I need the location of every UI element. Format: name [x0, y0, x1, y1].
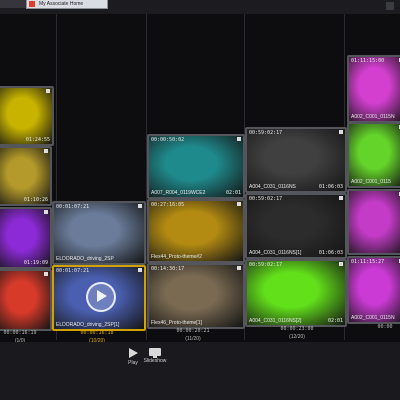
- play-icon: [128, 348, 138, 358]
- clip-thumbnail[interactable]: 01:11:15:00 A002_C001_0115N: [347, 55, 400, 123]
- clip-start-timecode: 00:59:02:17: [249, 196, 283, 202]
- clip-name: A004_C031_0116NS[2]: [249, 318, 302, 324]
- clip-flag-icon: [339, 130, 343, 134]
- browser-tab-previous[interactable]: [0, 0, 26, 8]
- column-timecode: 00:00:23:00: [280, 326, 314, 332]
- clip-duration: 01:06:03: [318, 250, 343, 256]
- clip-preview-image: [149, 136, 243, 197]
- clip-flag-icon: [138, 268, 142, 272]
- clip-thumbnail[interactable]: 01:11:15:27 A002_C001_0115N: [347, 256, 400, 324]
- clip-flag-icon: [237, 137, 241, 141]
- slideshow-button[interactable]: Slideshow: [141, 348, 169, 364]
- clip-start-timecode: 00:00:50:02: [151, 137, 185, 143]
- clip-duration: 01:24:55: [25, 137, 50, 143]
- clip-flag-icon: [44, 272, 48, 276]
- clip-duration: 01:10:26: [23, 197, 48, 203]
- clip-preview-image: [0, 148, 50, 204]
- column-timecode: 00:00:20:21: [176, 328, 210, 334]
- clip-duration: 02:01: [327, 318, 343, 324]
- clip-preview-image: [349, 124, 400, 186]
- clip-name: Flex46_Proto-theme[1]: [151, 320, 202, 326]
- clip-flag-icon: [138, 204, 142, 208]
- clip-thumbnail[interactable]: 00:59:02:17 A004_C031_0116NS 01:06:03: [245, 127, 347, 193]
- clip-name: A002_C001_0115N: [351, 114, 395, 120]
- playback-toolbar: Play Slideshow: [0, 342, 400, 400]
- clip-thumbnail[interactable]: 00:00:50:02 A007_R004_0119WCE2 02:01: [147, 134, 245, 199]
- play-label: Play: [128, 360, 138, 366]
- clip-thumbnail[interactable]: 01:10:26: [0, 146, 52, 206]
- column-timecode: 00:00:16:18: [80, 330, 114, 336]
- clip-preview-image: [149, 265, 243, 327]
- clip-preview-image: [0, 271, 50, 329]
- clip-flag-icon: [339, 262, 343, 266]
- play-overlay-icon[interactable]: [86, 281, 116, 312]
- column-count: (12/20): [289, 334, 305, 340]
- clip-thumbnail[interactable]: 01:19:09: [0, 207, 52, 269]
- clip-preview-image: [149, 201, 243, 261]
- clip-name: Flex44_Proto-theme#2: [151, 254, 202, 260]
- clip-start-timecode: 00:27:16:05: [151, 202, 185, 208]
- clip-duration: 01:06:03: [318, 184, 343, 190]
- clip-start-timecode: 01:11:15:27: [351, 259, 385, 265]
- clip-flag-icon: [46, 89, 50, 93]
- clip-start-timecode: 00:59:02:17: [249, 262, 283, 268]
- clip-thumbnail[interactable]: [0, 269, 52, 331]
- column-timecode: 00:00:16:19: [3, 330, 37, 336]
- clip-preview-image: [247, 129, 345, 191]
- clip-thumbnail[interactable]: 00:59:02:17 A004_C031_0116NS[1] 01:06:03: [245, 193, 347, 259]
- window-control-icon[interactable]: [386, 2, 394, 10]
- clip-name: ELDORADO_driving_2SP[1]: [56, 322, 120, 328]
- clip-duration: 01:19:09: [23, 260, 48, 266]
- clip-name: A004_C031_0116NS: [249, 184, 296, 190]
- clip-flag-icon: [44, 149, 48, 153]
- clip-thumbnail[interactable]: 00:59:02:17 A004_C031_0116NS[2] 02:01: [245, 259, 347, 327]
- clip-name: A004_C031_0116NS[1]: [249, 250, 302, 256]
- clip-name: A002_C001_0115N: [351, 315, 395, 321]
- clip-preview-image: [54, 203, 144, 263]
- clip-preview-image: [0, 209, 50, 267]
- clip-name: A007_R004_0119WCE2: [151, 190, 206, 196]
- browser-tab-label: My Associate Home: [39, 1, 84, 7]
- clip-thumbnail[interactable]: [347, 189, 400, 255]
- browser-tab-bar: My Associate Home: [0, 0, 400, 14]
- clip-thumbnail[interactable]: 00:27:16:05 Flex44_Proto-theme#2: [147, 199, 245, 263]
- clip-name: ELDORADO_driving_2SP: [56, 256, 114, 262]
- slideshow-label: Slideshow: [143, 358, 167, 364]
- clip-thumbnail[interactable]: 00:01:07:21 ELDORADO_driving_2SP[1]: [52, 265, 146, 331]
- clip-name: A002_C001_0115: [351, 179, 391, 185]
- clip-thumbnail[interactable]: 01:24:55: [0, 86, 54, 146]
- clip-thumbnail[interactable]: 00:01:07:21 ELDORADO_driving_2SP: [52, 201, 146, 265]
- clip-start-timecode: 00:01:07:21: [56, 204, 90, 210]
- clip-start-timecode: 00:14:30:17: [151, 266, 185, 272]
- column-timecode: 00:00: [377, 324, 393, 330]
- clip-start-timecode: 00:01:07:21: [56, 268, 90, 274]
- clip-duration: 02:01: [225, 190, 241, 196]
- clip-preview-image: [349, 191, 400, 253]
- clip-flag-icon: [237, 266, 241, 270]
- clip-flag-icon: [44, 210, 48, 214]
- monitor-icon: [149, 348, 161, 358]
- clip-preview-image: [247, 195, 345, 257]
- clip-start-timecode: 01:11:15:00: [351, 58, 385, 64]
- clip-preview-image: [349, 57, 400, 121]
- clip-preview-image: [0, 88, 52, 144]
- favicon-icon: [29, 1, 35, 7]
- clip-start-timecode: 00:59:02:17: [249, 130, 283, 136]
- clip-flag-icon: [237, 202, 241, 206]
- clip-preview-image: [349, 258, 400, 322]
- browser-tab-active[interactable]: My Associate Home: [26, 0, 108, 9]
- clip-thumbnail[interactable]: 00:14:30:17 Flex46_Proto-theme[1]: [147, 263, 245, 329]
- clip-flag-icon: [339, 196, 343, 200]
- clip-preview-image: [247, 261, 345, 325]
- clip-thumbnail[interactable]: A002_C001_0115: [347, 122, 400, 188]
